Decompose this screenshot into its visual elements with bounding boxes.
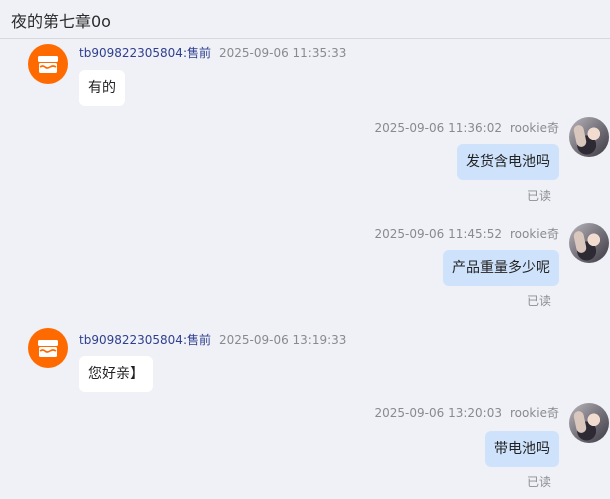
message-time: 2025-09-06 11:45:52: [374, 227, 502, 241]
sender-name[interactable]: rookie奇: [510, 121, 559, 135]
user-avatar[interactable]: [569, 117, 609, 157]
read-status: 已读: [526, 294, 551, 308]
avatar-photo-detail: [572, 410, 588, 434]
chat-window: 夜的第七章0o tb909822305804:售前 2025-09-06 11:3…: [0, 0, 610, 499]
chat-header: 夜的第七章0o: [0, 0, 610, 39]
sender-name[interactable]: rookie奇: [510, 227, 559, 241]
sender-name[interactable]: tb909822305804:售前: [79, 333, 211, 347]
message-bubble[interactable]: 发货含电池吗: [457, 144, 559, 180]
message-bubble[interactable]: 产品重量多少呢: [443, 250, 559, 286]
chat-title: 夜的第七章0o: [11, 12, 111, 31]
message-meta: tb909822305804:售前 2025-09-06 11:35:33: [79, 44, 346, 61]
message-time: 2025-09-06 13:19:33: [218, 333, 347, 347]
message-meta: 2025-09-06 11:45:52 rookie奇: [375, 225, 559, 242]
sender-name[interactable]: tb909822305804:售前: [79, 46, 211, 60]
read-status: 已读: [526, 475, 551, 489]
message-meta: 2025-09-06 11:36:02 rookie奇: [375, 119, 559, 136]
message-bubble[interactable]: 有的: [79, 70, 125, 106]
avatar-photo-detail: [572, 124, 588, 148]
message-meta: 2025-09-06 13:20:03 rookie奇: [375, 404, 559, 421]
sender-name[interactable]: rookie奇: [510, 406, 559, 420]
user-avatar[interactable]: [569, 403, 609, 443]
message-time: 2025-09-06 11:36:02: [374, 121, 502, 135]
message-time: 2025-09-06 13:20:03: [374, 406, 502, 420]
message-bubble[interactable]: 您好亲】: [79, 356, 153, 392]
message-meta: tb909822305804:售前 2025-09-06 13:19:33: [79, 331, 346, 348]
avatar-photo-detail: [572, 230, 588, 254]
seller-avatar-shop-icon[interactable]: [28, 44, 68, 84]
message-time: 2025-09-06 11:35:33: [218, 46, 347, 60]
seller-avatar-shop-icon[interactable]: [28, 328, 68, 368]
user-avatar[interactable]: [569, 223, 609, 263]
read-status: 已读: [526, 189, 551, 203]
message-bubble[interactable]: 带电池吗: [485, 431, 559, 467]
